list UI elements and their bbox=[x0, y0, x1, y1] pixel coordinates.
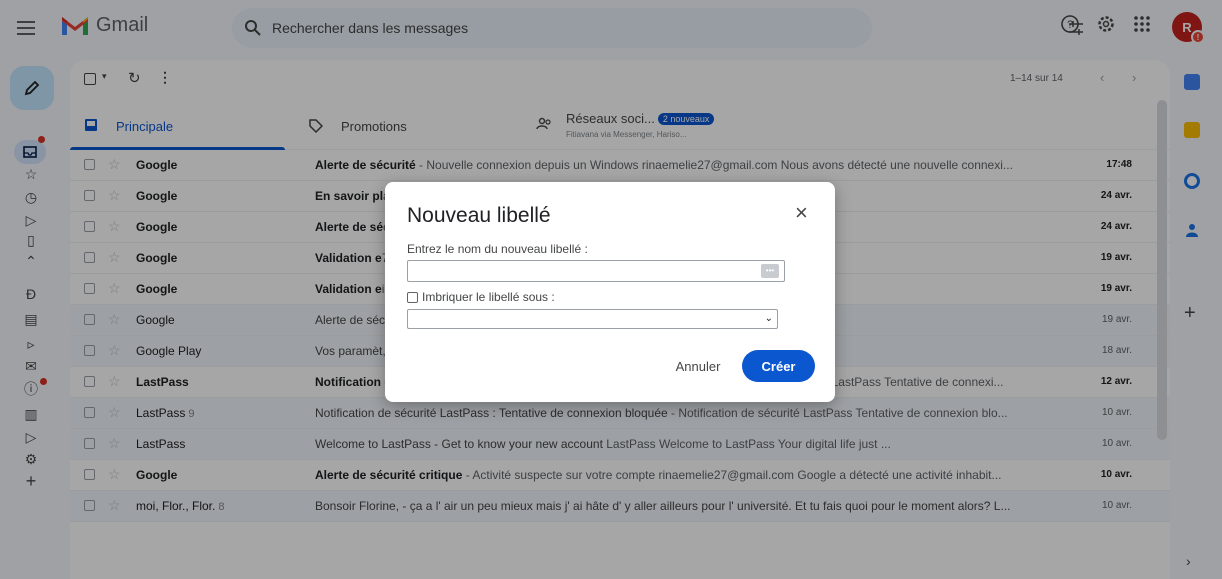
nest-label-checkbox[interactable] bbox=[407, 291, 418, 303]
parent-label-select[interactable]: ⌄ bbox=[407, 309, 778, 329]
new-label-dialog: Nouveau libellé × Entrez le nom du nouve… bbox=[385, 182, 835, 402]
chevron-down-icon: ⌄ bbox=[764, 313, 773, 324]
label-name-caption: Entrez le nom du nouveau libellé : bbox=[407, 242, 588, 256]
nest-label-option[interactable]: Imbriquer le libellé sous : bbox=[407, 290, 555, 304]
close-icon[interactable]: × bbox=[795, 202, 808, 224]
create-button[interactable]: Créer bbox=[742, 350, 815, 382]
label-name-input[interactable]: ••• bbox=[407, 260, 785, 282]
cancel-button[interactable]: Annuler bbox=[665, 350, 731, 382]
dialog-title: Nouveau libellé bbox=[407, 204, 551, 227]
input-dots-icon[interactable]: ••• bbox=[761, 264, 779, 278]
nest-label-caption: Imbriquer le libellé sous : bbox=[422, 290, 555, 304]
